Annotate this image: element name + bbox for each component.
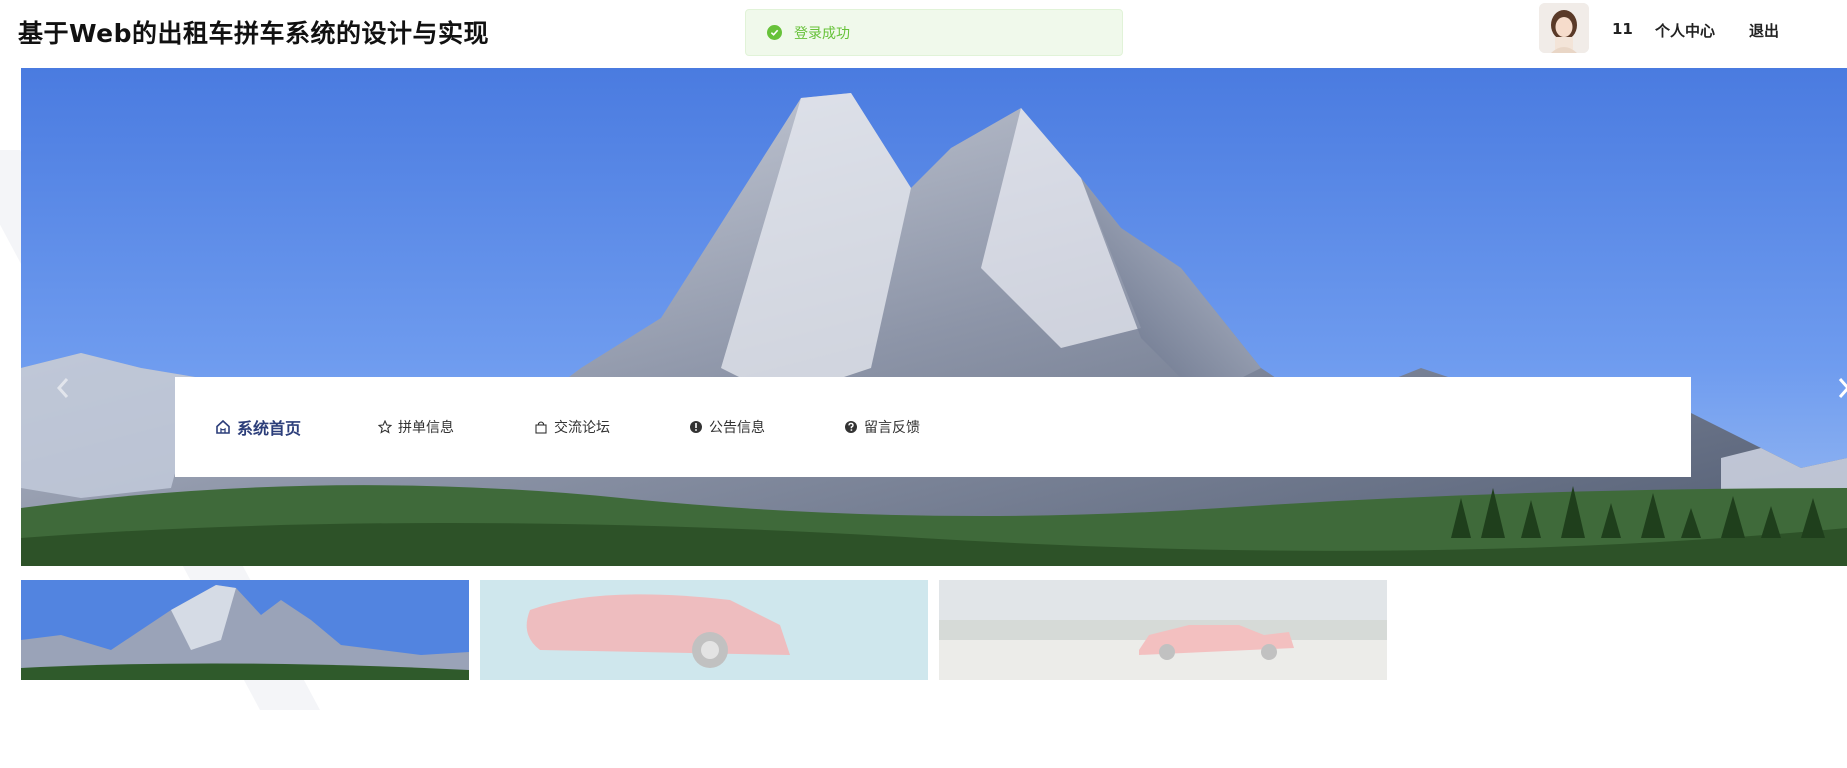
logout-link[interactable]: 退出 bbox=[1749, 20, 1779, 41]
nav-item-carpool-orders[interactable]: 拼单信息 bbox=[378, 377, 454, 477]
chevron-left-icon bbox=[56, 378, 69, 398]
nav-item-label: 留言反馈 bbox=[864, 420, 920, 436]
check-circle-icon bbox=[767, 25, 782, 40]
alert-circle-icon bbox=[689, 420, 703, 434]
chevron-right-icon bbox=[1838, 378, 1847, 398]
carousel-prev-button[interactable] bbox=[50, 373, 76, 403]
avatar[interactable] bbox=[1539, 3, 1589, 53]
username: 11 bbox=[1612, 20, 1633, 38]
thumbnail-red-sports-car[interactable] bbox=[480, 580, 928, 680]
carousel-next-button[interactable] bbox=[1831, 373, 1847, 403]
thumbnail-red-ferrari[interactable] bbox=[939, 580, 1387, 680]
profile-link[interactable]: 个人中心 bbox=[1655, 20, 1715, 41]
nav-item-announcements[interactable]: 公告信息 bbox=[689, 377, 765, 477]
nav-item-forum[interactable]: 交流论坛 bbox=[534, 377, 610, 477]
site-title: 基于Web的出租车拼车系统的设计与实现 bbox=[18, 19, 490, 48]
toast-message: 登录成功 bbox=[794, 25, 850, 42]
nav-item-label: 公告信息 bbox=[709, 420, 765, 436]
main-navigation: 系统首页 拼单信息 交流论坛 公告信息 留言反馈 bbox=[175, 377, 1691, 477]
thumbnail-mountain[interactable] bbox=[21, 580, 469, 680]
home-icon bbox=[215, 419, 231, 435]
nav-item-label: 交流论坛 bbox=[554, 420, 610, 436]
bag-icon bbox=[534, 420, 548, 434]
login-success-toast: 登录成功 bbox=[745, 9, 1123, 56]
top-bar: 基于Web的出租车拼车系统的设计与实现 登录成功 11 个人中心 退出 bbox=[0, 0, 1847, 68]
question-circle-icon bbox=[844, 420, 858, 434]
mountain-slide-image bbox=[21, 68, 1847, 566]
star-icon bbox=[378, 420, 392, 434]
nav-item-feedback[interactable]: 留言反馈 bbox=[844, 377, 920, 477]
banner-carousel[interactable] bbox=[21, 68, 1847, 566]
nav-item-label: 系统首页 bbox=[237, 419, 302, 438]
nav-item-home[interactable]: 系统首页 bbox=[215, 377, 301, 477]
nav-item-label: 拼单信息 bbox=[398, 420, 454, 436]
